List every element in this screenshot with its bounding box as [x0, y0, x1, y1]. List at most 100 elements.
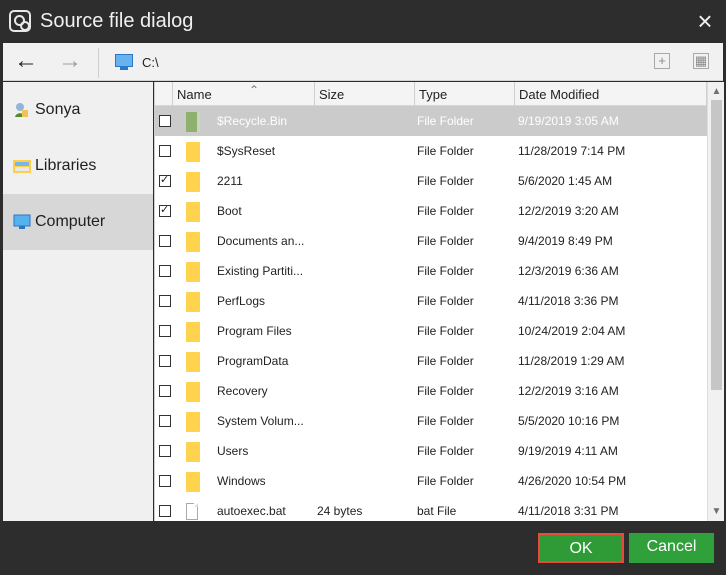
row-checkbox[interactable] — [159, 265, 171, 277]
folder-icon — [186, 352, 200, 372]
row-checkbox[interactable] — [159, 295, 171, 307]
file-type: File Folder — [417, 414, 474, 428]
table-row[interactable]: ProgramData File Folder 11/28/2019 1:29 AM — [155, 346, 707, 376]
arrow-right-icon[interactable]: → — [55, 47, 85, 77]
column-header-type[interactable]: Type — [415, 82, 515, 106]
table-row[interactable]: 2211 File Folder 5/6/2020 1:45 AM — [155, 166, 707, 196]
path-display: C:\ — [142, 55, 159, 70]
scroll-up-icon[interactable]: ▲ — [710, 85, 723, 98]
table-row[interactable]: Program Files File Folder 10/24/2019 2:04 … — [155, 316, 707, 346]
new-folder-icon[interactable]: + — [654, 53, 670, 69]
file-name: System Volum... — [217, 414, 304, 428]
user-icon — [15, 103, 28, 117]
file-date: 4/26/2020 10:54 PM — [518, 474, 627, 488]
sidebar-item-label: Sonya — [35, 101, 81, 118]
title-bar: Source file dialog × — [0, 0, 726, 43]
file-date: 5/5/2020 10:16 PM — [518, 414, 620, 428]
arrow-left-icon[interactable]: ← — [11, 47, 41, 77]
source-file-dialog: Source file dialog × ← → C:\ + ▦ Sonya L… — [0, 0, 726, 575]
row-checkbox[interactable] — [159, 355, 171, 367]
file-name: PerfLogs — [217, 294, 266, 308]
sidebar-item-libraries[interactable]: Libraries — [3, 138, 153, 194]
view-icon[interactable]: ▦ — [693, 53, 709, 69]
folder-icon — [186, 412, 200, 432]
file-type: File Folder — [417, 264, 474, 278]
computer-icon — [115, 54, 133, 70]
close-icon[interactable]: × — [692, 8, 718, 34]
row-checkbox[interactable] — [159, 445, 171, 457]
folder-icon — [186, 232, 200, 252]
row-checkbox[interactable] — [159, 235, 171, 247]
dialog-footer: OK Cancel — [0, 522, 726, 575]
table-body: $Recycle.Bin File Folder 9/19/2019 3:05 AM… — [155, 106, 707, 521]
file-date: 11/28/2019 7:14 PM — [518, 144, 626, 158]
file-type: File Folder — [417, 114, 474, 128]
table-header: Name ⌃ Size Type Date Modified — [155, 82, 707, 106]
sidebar-item-label: Computer — [35, 213, 106, 230]
table-row[interactable]: $SysReset File Folder 11/28/2019 7:14 PM — [155, 136, 707, 166]
file-name: Boot — [217, 204, 242, 218]
file-type: File Folder — [417, 384, 474, 398]
folder-icon — [186, 292, 200, 312]
toolbar: ← → C:\ + ▦ — [3, 43, 723, 81]
column-header-date-modified[interactable]: Date Modified — [515, 82, 707, 106]
table-row[interactable]: Documents an... File Folder 9/4/2019 8:49 … — [155, 226, 707, 256]
file-list: Name ⌃ Size Type Date Modified $Recycle.B… — [154, 82, 724, 521]
file-type: File Folder — [417, 444, 474, 458]
row-checkbox[interactable] — [159, 325, 171, 337]
row-checkbox[interactable] — [159, 385, 171, 397]
ok-button[interactable]: OK — [538, 533, 624, 563]
folder-icon — [186, 262, 200, 282]
table-row[interactable]: Existing Partiti... File Folder 12/3/2019 … — [155, 256, 707, 286]
table-row[interactable]: Boot File Folder 12/2/2019 3:20 AM — [155, 196, 707, 226]
cancel-button[interactable]: Cancel — [629, 533, 714, 563]
folder-icon — [186, 472, 200, 492]
file-type: File Folder — [417, 474, 474, 488]
table-row[interactable]: Recovery File Folder 12/2/2019 3:16 AM — [155, 376, 707, 406]
table-row[interactable]: $Recycle.Bin File Folder 9/19/2019 3:05 AM — [155, 106, 707, 136]
scroll-thumb[interactable] — [711, 100, 722, 390]
folder-icon — [186, 322, 200, 342]
header-checkbox-space — [155, 82, 173, 106]
file-type: File Folder — [417, 294, 474, 308]
row-checkbox[interactable] — [159, 475, 171, 487]
table-row[interactable]: Users File Folder 9/19/2019 4:11 AM — [155, 436, 707, 466]
row-checkbox[interactable] — [159, 115, 171, 127]
sidebar: Sonya Libraries Computer — [3, 82, 153, 521]
folder-icon — [186, 172, 200, 192]
file-name: Recovery — [217, 384, 268, 398]
library-icon — [13, 160, 31, 173]
file-type: File Folder — [417, 234, 474, 248]
row-checkbox[interactable] — [159, 145, 171, 157]
file-name: Documents an... — [217, 234, 305, 248]
row-checkbox[interactable] — [159, 203, 171, 217]
file-date: 12/3/2019 6:36 AM — [518, 264, 619, 278]
row-checkbox[interactable] — [159, 173, 171, 187]
sidebar-item-label: Libraries — [35, 157, 97, 174]
column-header-size[interactable]: Size — [315, 82, 415, 106]
file-name: Program Files — [217, 324, 292, 338]
row-checkbox[interactable] — [159, 505, 171, 517]
row-checkbox[interactable] — [159, 415, 171, 427]
vertical-scrollbar[interactable]: ▲ ▼ — [707, 82, 724, 521]
table-row[interactable]: PerfLogs File Folder 4/11/2018 3:36 PM — [155, 286, 707, 316]
folder-icon — [186, 142, 200, 162]
scroll-down-icon[interactable]: ▼ — [710, 505, 723, 518]
file-type: File Folder — [417, 174, 474, 188]
file-size: 24 bytes — [317, 504, 363, 518]
file-date: 11/28/2019 1:29 AM — [518, 354, 625, 368]
table-row[interactable]: System Volum... File Folder 5/5/2020 10:16… — [155, 406, 707, 436]
file-date: 10/24/2019 2:04 AM — [518, 324, 626, 338]
dialog-icon — [9, 10, 31, 32]
column-label-name: Name — [177, 87, 212, 102]
file-name: Existing Partiti... — [217, 264, 304, 278]
file-icon — [186, 503, 198, 520]
folder-icon — [186, 202, 200, 222]
sidebar-item-computer[interactable]: Computer — [3, 194, 153, 250]
sidebar-item-sonya[interactable]: Sonya — [3, 82, 153, 138]
file-name: $Recycle.Bin — [217, 114, 288, 128]
file-date: 9/4/2019 8:49 PM — [518, 234, 613, 248]
column-header-name[interactable]: Name ⌃ — [173, 82, 315, 106]
table-row[interactable]: autoexec.bat 24 bytes bat File 4/11/2018 3:… — [155, 496, 707, 521]
table-row[interactable]: Windows File Folder 4/26/2020 10:54 PM — [155, 466, 707, 496]
